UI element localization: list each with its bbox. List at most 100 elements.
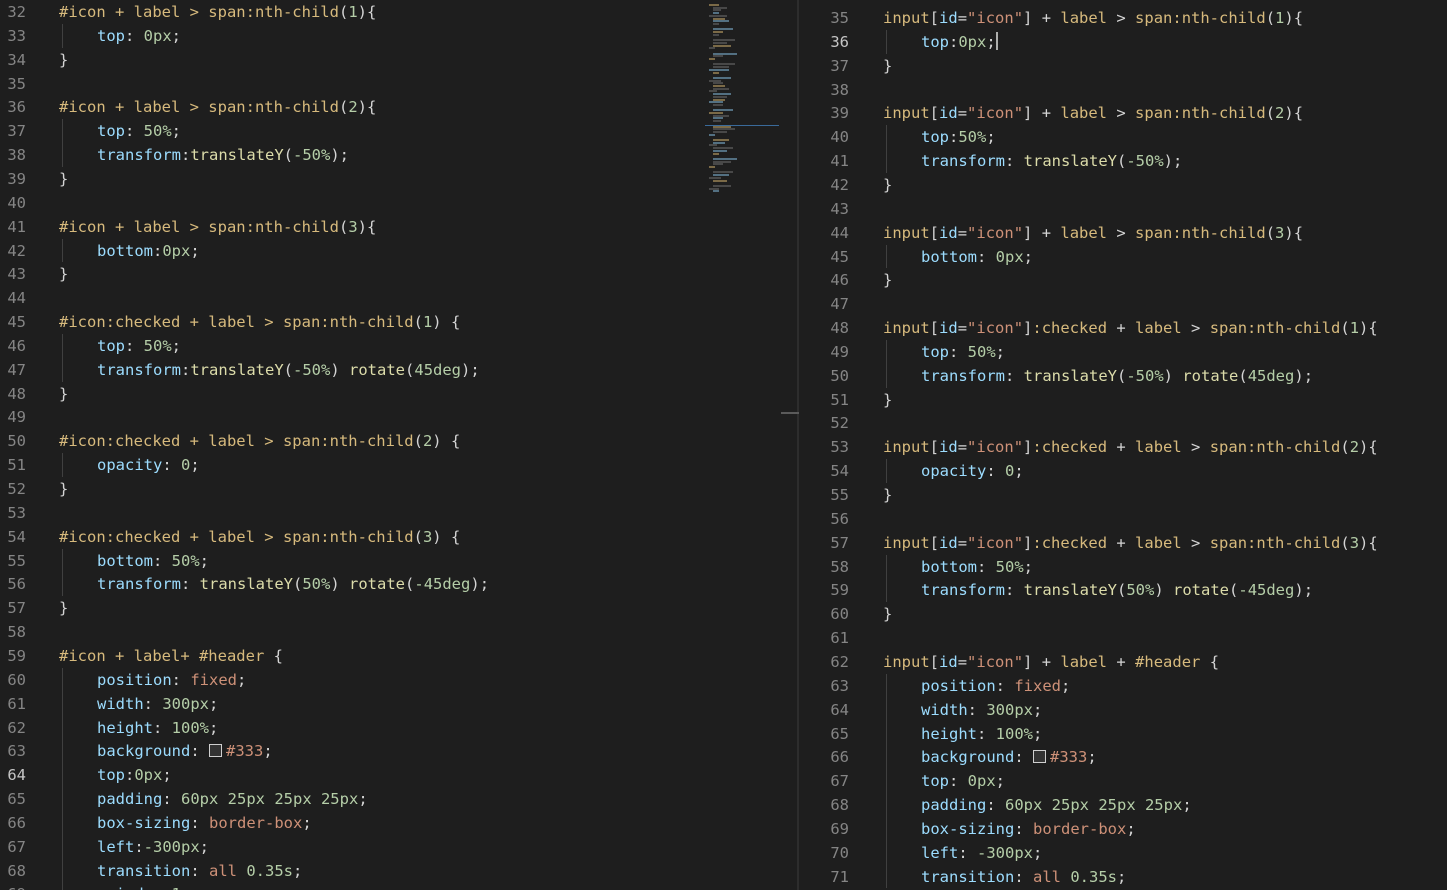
code-text[interactable]: #icon + label > span:nth-child(3){: [59, 215, 376, 239]
code-line[interactable]: 51}: [799, 388, 1447, 412]
code-line[interactable]: 47 transform:translateY(-50%) rotate(45de…: [0, 358, 781, 382]
code-text[interactable]: }: [883, 54, 892, 78]
code-text[interactable]: #icon:checked + label > span:nth-child(1…: [59, 310, 460, 334]
code-line[interactable]: 63 position: fixed;: [799, 674, 1447, 698]
code-text[interactable]: width: 300px;: [97, 692, 218, 716]
code-line[interactable]: 59 #icon + label+ #header {: [0, 644, 781, 668]
code-line[interactable]: 52}: [0, 477, 781, 501]
code-text[interactable]: }: [883, 602, 892, 626]
editor-split-sash[interactable]: [781, 0, 799, 890]
code-text[interactable]: transform: translateY(-50%) rotate(45deg…: [921, 364, 1313, 388]
code-text[interactable]: height: 100%;: [97, 716, 218, 740]
code-text[interactable]: box-sizing: border-box;: [921, 817, 1136, 841]
minimap[interactable]: [705, 0, 781, 890]
code-text[interactable]: transform: translateY(50%) rotate(-45deg…: [97, 572, 489, 596]
code-line[interactable]: 32 #icon + label > span:nth-child(1){: [0, 0, 781, 24]
code-text[interactable]: }: [59, 262, 68, 286]
code-line[interactable]: 45 bottom: 0px;: [799, 245, 1447, 269]
code-line[interactable]: 53 input[id="icon"]:checked + label > spa…: [799, 435, 1447, 459]
code-text[interactable]: transform:translateY(-50%);: [97, 143, 349, 167]
code-text[interactable]: bottom: 0px;: [921, 245, 1033, 269]
code-text[interactable]: transition: all 0.35s;: [921, 865, 1126, 889]
code-text[interactable]: width: 300px;: [921, 698, 1042, 722]
code-text[interactable]: input[id="icon"] + label > span:nth-chil…: [883, 221, 1303, 245]
code-line[interactable]: 55 bottom: 50%;: [0, 549, 781, 573]
code-line[interactable]: 47: [799, 292, 1447, 316]
code-line[interactable]: 53: [0, 501, 781, 525]
code-line[interactable]: 48}: [0, 382, 781, 406]
code-line[interactable]: 37 top: 50%;: [0, 119, 781, 143]
code-text[interactable]: bottom: 50%;: [97, 549, 209, 573]
code-line[interactable]: 41 transform: translateY(-50%);: [799, 149, 1447, 173]
code-text[interactable]: input[id="icon"]:checked + label > span:…: [883, 435, 1378, 459]
code-text[interactable]: }: [883, 173, 892, 197]
code-text[interactable]: }: [59, 477, 68, 501]
code-text[interactable]: }: [883, 388, 892, 412]
code-line[interactable]: 69 z-index:1;: [0, 882, 781, 890]
code-text[interactable]: opacity: 0;: [97, 453, 200, 477]
code-line[interactable]: 60 position: fixed;: [0, 668, 781, 692]
code-line[interactable]: 67 left:-300px;: [0, 835, 781, 859]
code-line[interactable]: 59 transform: translateY(50%) rotate(-45d…: [799, 578, 1447, 602]
code-text[interactable]: input[id="icon"]:checked + label > span:…: [883, 531, 1378, 555]
code-line[interactable]: 62 height: 100%;: [0, 716, 781, 740]
minimap-viewport-marker[interactable]: [705, 125, 779, 126]
code-text[interactable]: padding: 60px 25px 25px 25px;: [97, 787, 368, 811]
code-line[interactable]: 37}: [799, 54, 1447, 78]
code-line[interactable]: 35 input[id="icon"] + label > span:nth-ch…: [799, 6, 1447, 30]
code-text[interactable]: left: -300px;: [921, 841, 1042, 865]
code-text[interactable]: #icon + label+ #header {: [59, 644, 283, 668]
code-line[interactable]: 65 height: 100%;: [799, 722, 1447, 746]
code-text[interactable]: }: [59, 596, 68, 620]
code-text[interactable]: top: 50%;: [97, 119, 181, 143]
code-line[interactable]: 57 input[id="icon"]:checked + label > spa…: [799, 531, 1447, 555]
code-line[interactable]: 63 background: #333;: [0, 739, 781, 763]
code-text[interactable]: transform:translateY(-50%) rotate(45deg)…: [97, 358, 480, 382]
code-line[interactable]: 61: [799, 626, 1447, 650]
code-line[interactable]: 50 transform: translateY(-50%) rotate(45d…: [799, 364, 1447, 388]
code-line[interactable]: 68 padding: 60px 25px 25px 25px;: [799, 793, 1447, 817]
code-line[interactable]: 68 transition: all 0.35s;: [0, 859, 781, 883]
code-line[interactable]: 58: [0, 620, 781, 644]
code-line[interactable]: 66 background: #333;: [799, 745, 1447, 769]
code-line[interactable]: 55}: [799, 483, 1447, 507]
code-text[interactable]: background: #333;: [921, 745, 1097, 769]
code-line[interactable]: 70 left: -300px;: [799, 841, 1447, 865]
code-line[interactable]: 40 top:50%;: [799, 125, 1447, 149]
code-text[interactable]: top: 0px;: [97, 24, 181, 48]
code-line[interactable]: 65 padding: 60px 25px 25px 25px;: [0, 787, 781, 811]
code-text[interactable]: }: [59, 167, 68, 191]
code-text[interactable]: box-sizing: border-box;: [97, 811, 312, 835]
code-line[interactable]: 51 opacity: 0;: [0, 453, 781, 477]
code-line[interactable]: 57}: [0, 596, 781, 620]
code-line[interactable]: 40: [0, 191, 781, 215]
code-line[interactable]: 34}: [0, 48, 781, 72]
code-text[interactable]: #icon:checked + label > span:nth-child(3…: [59, 525, 460, 549]
code-line[interactable]: 61 width: 300px;: [0, 692, 781, 716]
code-line[interactable]: 43: [799, 197, 1447, 221]
code-text[interactable]: top: 50%;: [921, 340, 1005, 364]
code-text[interactable]: height: 100%;: [921, 722, 1042, 746]
code-line[interactable]: 52: [799, 411, 1447, 435]
code-line[interactable]: 46}: [799, 268, 1447, 292]
code-line[interactable]: 56: [799, 507, 1447, 531]
code-text[interactable]: top: 0px;: [921, 769, 1005, 793]
code-text[interactable]: background: #333;: [97, 739, 273, 763]
code-text[interactable]: transform: translateY(50%) rotate(-45deg…: [921, 578, 1313, 602]
code-text[interactable]: input[id="icon"] + label > span:nth-chil…: [883, 6, 1303, 30]
code-line[interactable]: 39 input[id="icon"] + label > span:nth-ch…: [799, 101, 1447, 125]
code-text[interactable]: top:50%;: [921, 125, 996, 149]
code-line[interactable]: 36 top:0px;: [799, 30, 1447, 54]
code-line[interactable]: 44 input[id="icon"] + label > span:nth-ch…: [799, 221, 1447, 245]
code-text[interactable]: }: [883, 268, 892, 292]
code-line[interactable]: 62 input[id="icon"] + label + #header {: [799, 650, 1447, 674]
code-line[interactable]: 38 transform:translateY(-50%);: [0, 143, 781, 167]
code-line[interactable]: 38: [799, 78, 1447, 102]
code-text[interactable]: position: fixed;: [921, 674, 1070, 698]
code-line[interactable]: 36 #icon + label > span:nth-child(2){: [0, 95, 781, 119]
code-text[interactable]: top: 50%;: [97, 334, 181, 358]
code-text[interactable]: top:0px;: [97, 763, 172, 787]
color-swatch-icon[interactable]: [1033, 750, 1046, 764]
right-editor-pane[interactable]: 35 input[id="icon"] + label > span:nth-ch…: [799, 0, 1447, 890]
code-line[interactable]: 58 bottom: 50%;: [799, 555, 1447, 579]
